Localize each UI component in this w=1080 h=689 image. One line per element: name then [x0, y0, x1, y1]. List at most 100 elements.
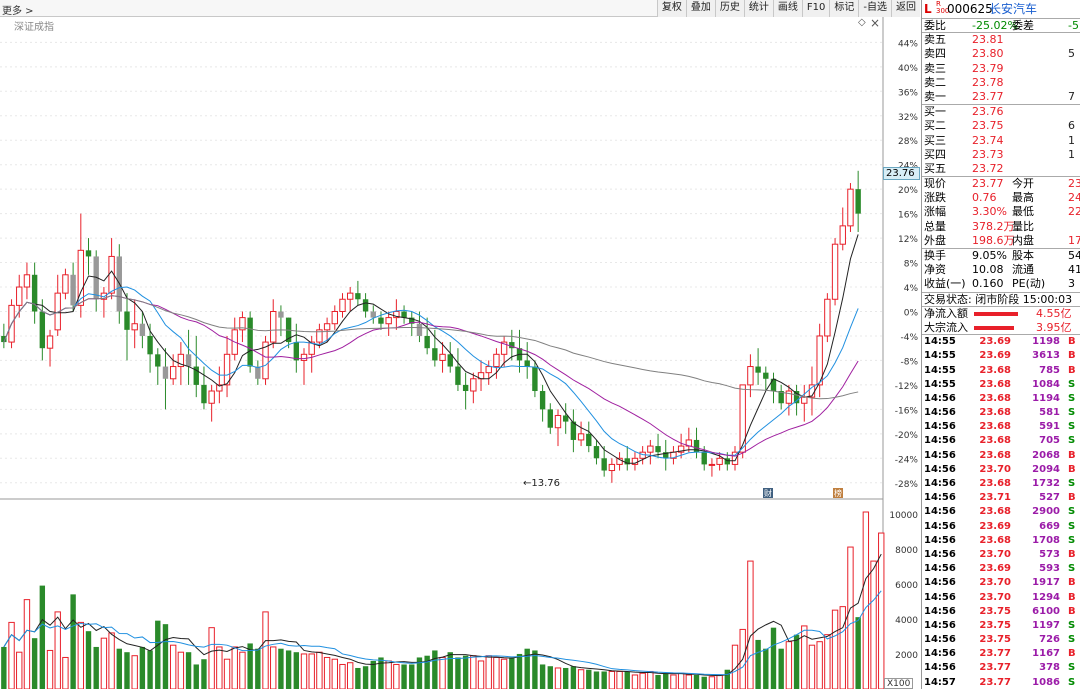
tick-list[interactable]: 14:55 23.69 1198 B 14:55 23.69 3613 B 14:55 23.68…: [922, 335, 1080, 689]
toolbar-button-2[interactable]: 历史: [714, 0, 744, 17]
volume-bar: [100, 637, 108, 689]
volume-bar: [285, 650, 292, 689]
volume-bar: [470, 655, 477, 689]
tick-side: S: [1068, 478, 1076, 489]
volume-bar: [570, 666, 577, 689]
toolbar-button-6[interactable]: 标记: [829, 0, 859, 17]
tick-side: S: [1068, 676, 1076, 688]
candle: [100, 287, 108, 318]
order-book-row[interactable]: 卖二 23.78: [922, 76, 1080, 90]
stats-block-2: 换手 9.05% 股本 54. 净资 10.08 流通 41. 收益(一) 0.160 PE(动) 3: [922, 249, 1080, 293]
book-price: 23.74: [972, 133, 1004, 147]
toolbar-button-4[interactable]: 画线: [772, 0, 802, 17]
volume-bar: [231, 646, 238, 689]
tick-volume: 1708: [1032, 534, 1060, 546]
stock-code[interactable]: 000625: [947, 0, 993, 19]
order-book-row[interactable]: 卖四 23.80 5: [922, 47, 1080, 61]
tick-row: 14:56 23.68 2068 B: [922, 449, 1080, 463]
toolbar: 复权 叠加 历史 统计 画线 F10 标记 -自选 返回: [656, 0, 920, 17]
candle: [409, 311, 415, 336]
volume-bar: [278, 648, 284, 689]
order-book-row[interactable]: 卖三 23.79: [922, 62, 1080, 76]
toolbar-button-7[interactable]: -自选: [858, 0, 891, 17]
order-book-row[interactable]: 卖五 23.81: [922, 33, 1080, 47]
y-axis-label: 12%: [898, 235, 918, 245]
tick-side: B: [1068, 449, 1076, 461]
y-axis-label: 28%: [898, 137, 918, 147]
volume-bar: [155, 620, 161, 689]
tick-row: 14:56 23.70 2094 B: [922, 463, 1080, 477]
tick-time: 14:56: [924, 392, 956, 404]
candle: [231, 317, 238, 361]
y-axis-label: 32%: [898, 113, 918, 123]
tick-price: 23.68: [979, 421, 1011, 433]
stock-name[interactable]: 长安汽车: [989, 0, 1037, 19]
tick-price: 23.75: [979, 605, 1011, 617]
volume-bar: [385, 660, 392, 689]
volume-bar: [208, 627, 215, 689]
volume-bar: [577, 669, 585, 689]
l-badge: L: [924, 2, 932, 16]
y-axis-label: -8%: [900, 357, 918, 367]
tick-price: 23.68: [979, 364, 1011, 376]
block-inflow-label: 大宗流入: [924, 320, 968, 334]
tick-volume: 3613: [1032, 350, 1060, 362]
volume-bar: [855, 617, 861, 689]
order-book-row[interactable]: 买四 23.73 1: [922, 148, 1080, 162]
candle: [570, 409, 577, 453]
book-label: 买五: [924, 161, 946, 175]
stat-label: 涨幅: [924, 205, 946, 219]
tick-row: 14:56 23.68 1708 S: [922, 534, 1080, 548]
toolbar-button-5[interactable]: F10: [801, 0, 830, 17]
toolbar-button-8[interactable]: 返回: [891, 0, 920, 17]
tick-time: 14:56: [924, 619, 956, 631]
tick-volume: 527: [1039, 492, 1060, 504]
more-link[interactable]: 更多 >: [2, 2, 34, 17]
weicha-value: -5: [1068, 19, 1079, 32]
toolbar-button-1[interactable]: 叠加: [685, 0, 715, 17]
volume-bar: [323, 656, 331, 689]
order-book-row[interactable]: 买一 23.76: [922, 105, 1080, 119]
volume-bar: [293, 652, 300, 689]
volume-bar: [562, 667, 569, 689]
volume-bar: [816, 641, 823, 689]
stat-value-2: 41.: [1068, 263, 1080, 277]
candle: [208, 384, 215, 422]
order-book-row[interactable]: 买三 23.74 1: [922, 134, 1080, 148]
ma-line-MA20: [3, 295, 859, 457]
candle: [808, 366, 816, 416]
candle: [85, 238, 92, 275]
candle: [693, 427, 700, 459]
toolbar-button-0[interactable]: 复权: [656, 0, 686, 17]
candle: [708, 458, 716, 477]
event-marker[interactable]: 财: [763, 488, 773, 498]
toolbar-button-3[interactable]: 统计: [743, 0, 773, 17]
order-book-row[interactable]: 买二 23.75 6: [922, 119, 1080, 133]
kline-chart[interactable]: 44%40%36%32%28%24%20%16%12%8%4%0%-4%-8%-…: [0, 17, 921, 689]
volume-bar: [670, 674, 677, 689]
volume-bar: [77, 621, 85, 689]
tick-volume: 1294: [1032, 591, 1060, 603]
tick-row: 14:55 23.69 3613 B: [922, 349, 1080, 363]
stat-value-2: 179.: [1068, 233, 1080, 247]
volume-bar: [539, 664, 546, 689]
book-price: 23.80: [972, 47, 1004, 61]
tick-row: 14:56 23.68 591 S: [922, 420, 1080, 434]
tick-time: 14:56: [924, 520, 956, 532]
volume-bar: [108, 632, 115, 689]
order-book-row[interactable]: 买五 23.72: [922, 162, 1080, 176]
event-marker[interactable]: 榜: [833, 488, 843, 498]
net-inflow-value: 4.55亿: [1036, 306, 1072, 320]
tick-time: 14:56: [924, 463, 956, 475]
tick-time: 14:56: [924, 548, 956, 560]
book-price: 23.76: [972, 105, 1004, 119]
y-axis-label: 0%: [904, 308, 919, 318]
tick-price: 23.75: [979, 634, 1011, 646]
tick-price: 23.69: [979, 336, 1011, 348]
candle: [62, 268, 69, 300]
volume-bar: [447, 652, 453, 689]
stat-value-2: 54.: [1068, 249, 1080, 262]
candle: [355, 280, 361, 306]
volume-bar: [401, 664, 407, 689]
order-book-row[interactable]: 卖一 23.77 7: [922, 90, 1080, 104]
